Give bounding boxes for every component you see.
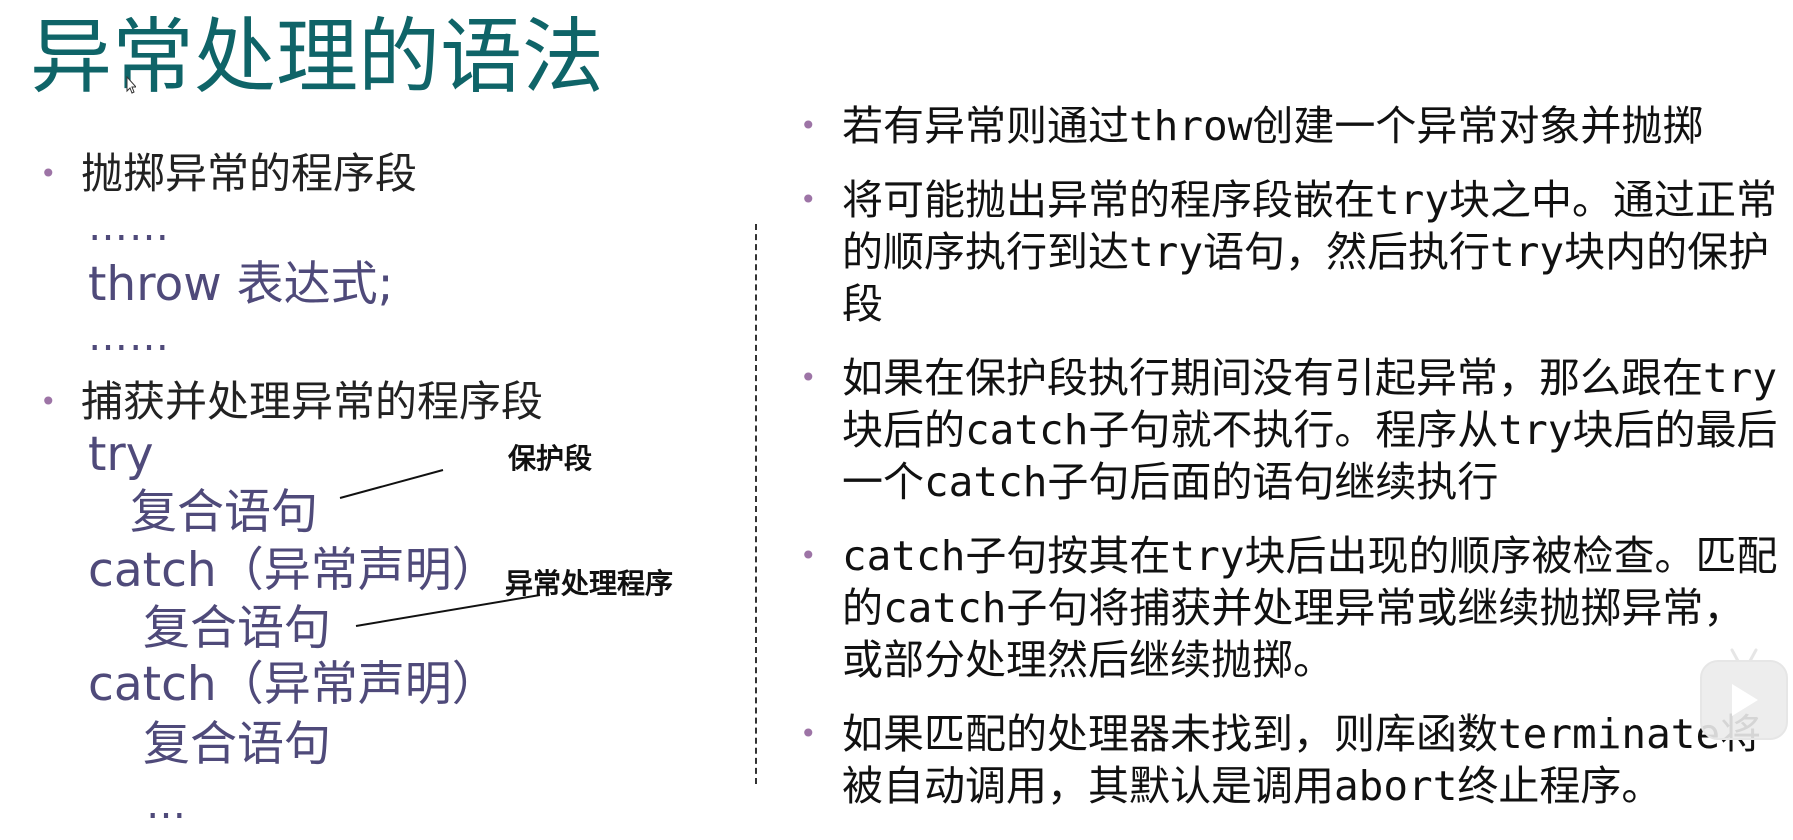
bullet-dot: • <box>800 361 817 394</box>
catch-clause: catch（异常声明） <box>88 657 499 712</box>
right-bullet-item: • catch子句按其在try块后出现的顺序被检查。匹配的catch子句将捕获并… <box>800 530 1780 686</box>
right-column: • 若有异常则通过throw创建一个异常对象并抛掷 • 将可能抛出异常的程序段嵌… <box>800 100 1780 812</box>
annotation-protected-segment: 保护段 <box>508 442 593 475</box>
bullet-dot: • <box>800 717 817 750</box>
ellipsis-line: …… <box>88 204 170 250</box>
bullet-dot: • <box>40 157 57 190</box>
right-bullet-text: 如果在保护段执行期间没有引起异常，那么跟在try块后的catch子句就不执行。程… <box>842 354 1778 506</box>
bullet-dot: • <box>40 385 57 418</box>
catch-section-heading: 捕获并处理异常的程序段 <box>81 377 544 426</box>
video-play-button[interactable] <box>1700 648 1788 740</box>
bullet-dot: • <box>800 183 817 216</box>
compound-statement: 复合语句 <box>143 717 331 772</box>
right-bullet-text: catch子句按其在try块后出现的顺序被检查。匹配的catch子句将捕获并处理… <box>842 532 1778 684</box>
compound-statement: 复合语句 <box>130 485 318 540</box>
annotation-exception-handler: 异常处理程序 <box>505 567 674 600</box>
throw-section-heading: 抛掷异常的程序段 <box>81 149 418 198</box>
right-bullet-item: • 如果在保护段执行期间没有引起异常，那么跟在try块后的catch子句就不执行… <box>800 352 1780 508</box>
ellipsis-line: …… <box>88 314 170 360</box>
catch-clause: catch（异常声明） <box>88 543 499 598</box>
right-bullet-item: • 将可能抛出异常的程序段嵌在try块之中。通过正常的顺序执行到达try语句，然… <box>800 174 1780 330</box>
mouse-pointer-icon <box>126 76 136 94</box>
right-bullet-text: 将可能抛出异常的程序段嵌在try块之中。通过正常的顺序执行到达try语句，然后执… <box>842 176 1778 328</box>
try-keyword: try <box>88 427 154 482</box>
compound-statement: 复合语句 <box>143 601 331 656</box>
right-bullet-item: • 如果匹配的处理器未找到，则库函数terminate将被自动调用，其默认是调用… <box>800 708 1780 812</box>
throw-expression: throw 表达式; <box>88 257 394 312</box>
bullet-dot: • <box>800 539 817 572</box>
tv-ears-icon <box>1730 648 1758 662</box>
ellipsis-line: … <box>146 782 187 828</box>
pointer-line-protected <box>339 469 444 499</box>
right-bullet-text: 若有异常则通过throw创建一个异常对象并抛掷 <box>842 102 1704 150</box>
bullet-dot: • <box>800 109 817 142</box>
column-divider <box>755 224 757 784</box>
right-bullet-text: 如果匹配的处理器未找到，则库函数terminate将被自动调用，其默认是调用ab… <box>842 710 1762 810</box>
play-icon <box>1732 684 1758 716</box>
right-bullet-item: • 若有异常则通过throw创建一个异常对象并抛掷 <box>800 100 1780 152</box>
slide-title: 异常处理的语法 <box>30 10 605 105</box>
